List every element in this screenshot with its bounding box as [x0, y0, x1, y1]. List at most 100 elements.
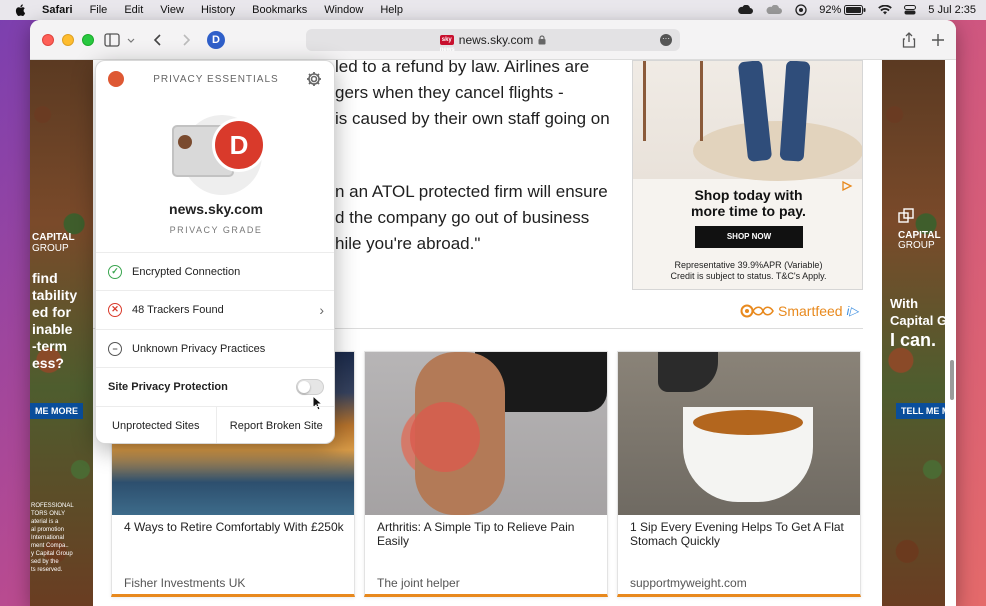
left-ad-disclaimer: ts reserved. — [31, 567, 63, 573]
card-title: 1 Sip Every Evening Helps To Get A Flat … — [630, 520, 844, 548]
popup-title: PRIVACY ESSENTIALS — [153, 74, 279, 85]
left-ad-cta-button[interactable]: ME MORE — [30, 403, 84, 419]
left-ad-line: -term — [32, 338, 68, 354]
wifi-icon[interactable] — [878, 5, 893, 15]
left-skin-ad[interactable]: CAPITAL GROUP find tability ed for inabl… — [30, 60, 93, 606]
page-scrollbar[interactable] — [950, 360, 954, 400]
smartfeed-label[interactable]: Smartfeed i▷ — [740, 303, 859, 319]
protection-label: Site Privacy Protection — [108, 380, 228, 393]
left-ad-line: ess? — [32, 355, 64, 371]
minus-icon: − — [108, 341, 122, 356]
left-ad-disclaimer: aterial is a — [31, 519, 59, 525]
smartfeed-text: Smartfeed — [778, 303, 843, 319]
card-source: The joint helper — [377, 576, 460, 590]
sidebar-toggle-icon[interactable] — [104, 30, 120, 50]
forward-icon[interactable] — [180, 30, 192, 50]
menu-edit[interactable]: Edit — [124, 4, 143, 16]
ad-headline: Shop today with more time to pay. — [633, 187, 862, 219]
menu-view[interactable]: View — [160, 4, 184, 16]
zoom-window-button[interactable] — [82, 34, 94, 46]
vpn-icon[interactable] — [795, 4, 807, 16]
card-image — [618, 352, 860, 515]
ad-photo — [633, 61, 862, 181]
menu-bookmarks[interactable]: Bookmarks — [252, 4, 307, 16]
left-ad-brand-line2: GROUP — [32, 243, 69, 254]
card-image — [365, 352, 607, 515]
display-ad[interactable]: Shop today with more time to pay. SHOP N… — [632, 60, 863, 290]
ad-headline-line1: Shop today with — [694, 187, 803, 203]
ad-headline-line2: more time to pay. — [691, 203, 806, 219]
grade-label: PRIVACY GRADE — [169, 225, 263, 235]
site-protection-toggle[interactable] — [296, 379, 324, 395]
address-bar[interactable]: sky news news.sky.com ··· — [306, 29, 680, 53]
gear-icon[interactable] — [306, 71, 322, 87]
control-center-icon[interactable] — [904, 5, 917, 15]
sponsored-card[interactable]: 1 Sip Every Evening Helps To Get A Flat … — [617, 351, 861, 597]
unprotected-sites-button[interactable]: Unprotected Sites — [96, 407, 216, 443]
card-title: Arthritis: A Simple Tip to Relieve Pain … — [377, 520, 575, 548]
privacy-essentials-popup: PRIVACY ESSENTIALS D news.sky.com PRIVAC… — [95, 60, 335, 444]
article-line: led to a refund by law. Airlines are — [335, 60, 590, 76]
avatar-icon — [178, 135, 192, 149]
chevron-right-icon: › — [319, 301, 324, 318]
left-ad-line: find — [32, 270, 58, 286]
menu-window[interactable]: Window — [324, 4, 363, 16]
privacy-practices-row[interactable]: − Unknown Privacy Practices — [96, 329, 334, 367]
close-window-button[interactable] — [42, 34, 54, 46]
window-controls — [42, 34, 94, 46]
left-ad-disclaimer: al promotion — [31, 527, 65, 533]
back-icon[interactable] — [152, 30, 164, 50]
card-source: Fisher Investments UK — [124, 576, 246, 590]
site-protection-row: Site Privacy Protection — [96, 367, 334, 405]
right-ad-line: I can. — [890, 330, 937, 350]
macos-menu-bar: Safari File Edit View History Bookmarks … — [0, 0, 986, 20]
duckduckgo-extension-button[interactable]: D — [207, 31, 225, 49]
cloud-outline-icon[interactable] — [765, 5, 783, 15]
ad-fine-line1: Representative 39.9%APR (Variable) — [674, 260, 823, 270]
row-label: 48 Trackers Found — [132, 303, 224, 316]
row-label: Unknown Privacy Practices — [132, 342, 266, 355]
battery-percent: 92% — [819, 4, 842, 16]
minimize-window-button[interactable] — [62, 34, 74, 46]
apple-menu-icon[interactable] — [14, 3, 28, 17]
row-label: Encrypted Connection — [132, 265, 241, 278]
left-ad-disclaimer: International — [31, 535, 65, 541]
x-icon: ✕ — [108, 302, 122, 317]
trackers-found-row[interactable]: ✕ 48 Trackers Found › — [96, 290, 334, 328]
popup-footer: Unprotected Sites Report Broken Site — [96, 406, 335, 443]
right-skin-ad[interactable]: CAPITAL GROUP With Capital Gr I can. TEL… — [882, 60, 945, 606]
new-tab-icon[interactable] — [931, 30, 945, 50]
shop-now-button[interactable]: SHOP NOW — [695, 226, 803, 248]
right-ad-cta-button[interactable]: TELL ME M — [896, 403, 945, 419]
menu-history[interactable]: History — [201, 4, 235, 16]
article-line: d the company go out of business — [335, 208, 590, 227]
left-ad-disclaimer: ROFESSIONAL — [31, 503, 74, 509]
ad-fine-line2: Credit is subject to status. T&C's Apply… — [670, 271, 827, 281]
smartfeed-logo-icon — [740, 304, 774, 318]
left-ad-line: ed for — [32, 304, 71, 320]
safari-toolbar: D sky news news.sky.com ··· — [30, 20, 956, 60]
clock[interactable]: 5 Jul 2:35 — [928, 4, 976, 16]
menu-file[interactable]: File — [90, 4, 108, 16]
sponsored-card[interactable]: Arthritis: A Simple Tip to Relieve Pain … — [364, 351, 608, 597]
menu-safari[interactable]: Safari — [42, 4, 73, 16]
right-ad-brand-line2: GROUP — [898, 240, 935, 251]
right-ad-line: With — [890, 296, 919, 311]
site-favicon: sky news — [439, 35, 455, 53]
chevron-down-icon[interactable] — [127, 30, 135, 50]
more-options-icon[interactable]: ··· — [660, 34, 672, 46]
site-domain: news.sky.com — [169, 201, 263, 217]
left-ad-line: tability — [32, 287, 78, 303]
share-icon[interactable] — [902, 30, 916, 50]
check-icon: ✓ — [108, 264, 122, 279]
cloud-icon[interactable] — [737, 5, 754, 15]
ad-info-icon[interactable]: i▷ — [847, 304, 859, 318]
url-text: news.sky.com — [458, 33, 534, 47]
article-line: hile you're abroad." — [335, 234, 481, 253]
menu-help[interactable]: Help — [380, 4, 403, 16]
article-line: n an ATOL protected firm will ensure — [335, 182, 608, 201]
encrypted-connection-row[interactable]: ✓ Encrypted Connection — [96, 252, 334, 290]
article-line: is caused by their own staff going on — [335, 109, 610, 128]
report-broken-site-button[interactable]: Report Broken Site — [215, 407, 335, 443]
battery-status[interactable]: 92% — [819, 4, 866, 16]
